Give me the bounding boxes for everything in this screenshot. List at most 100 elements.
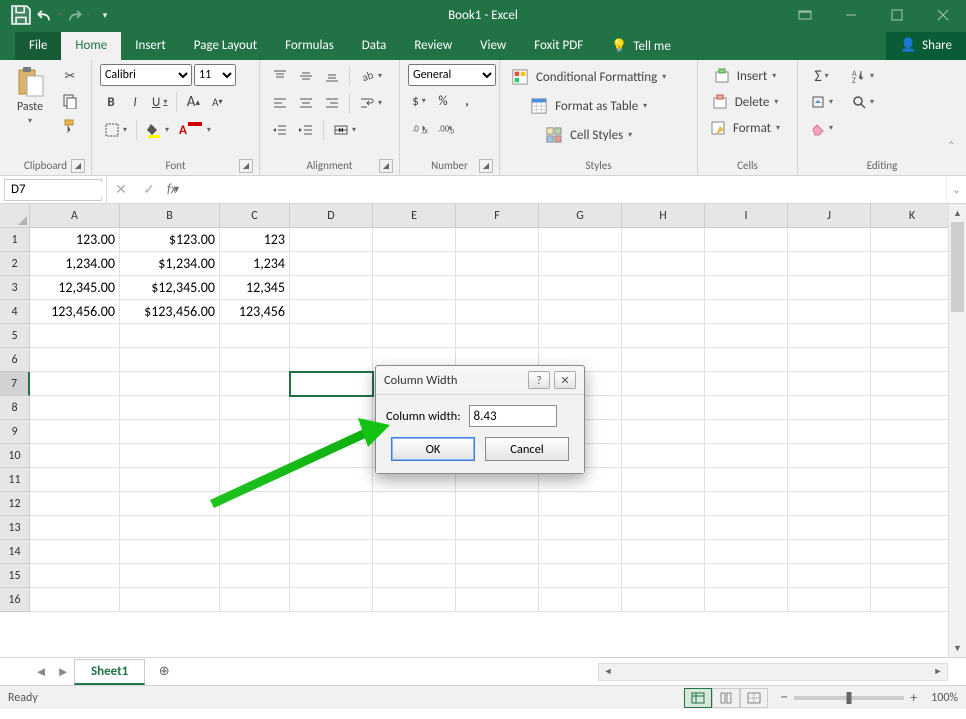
cell-J13[interactable] [788, 516, 871, 540]
font-size-select[interactable]: 11 [194, 64, 236, 86]
cell-I1[interactable] [705, 228, 788, 252]
select-all-corner[interactable] [0, 204, 30, 228]
col-header-J[interactable]: J [788, 204, 871, 228]
fill-button[interactable] [806, 90, 837, 114]
cell-G3[interactable] [539, 276, 622, 300]
cell-D6[interactable] [290, 348, 373, 372]
cell-E1[interactable] [373, 228, 456, 252]
cancel-button[interactable]: Cancel [485, 437, 569, 461]
row-header-5[interactable]: 5 [0, 324, 30, 348]
cell-A10[interactable] [30, 444, 120, 468]
align-left-button[interactable] [268, 91, 292, 115]
cell-H13[interactable] [622, 516, 705, 540]
cell-C7[interactable] [220, 372, 290, 396]
enter-formula-icon[interactable]: ✓ [135, 181, 163, 198]
cell-C14[interactable] [220, 540, 290, 564]
cell-F16[interactable] [456, 588, 539, 612]
cell-B14[interactable] [120, 540, 220, 564]
cell-I5[interactable] [705, 324, 788, 348]
vertical-scrollbar[interactable]: ▲ ▼ [948, 204, 966, 657]
cell-D5[interactable] [290, 324, 373, 348]
cell-C16[interactable] [220, 588, 290, 612]
ribbon-options-icon[interactable] [782, 0, 828, 30]
cell-F15[interactable] [456, 564, 539, 588]
cell-A4[interactable]: 123,456.00 [30, 300, 120, 324]
cell-H7[interactable] [622, 372, 705, 396]
page-break-view-button[interactable] [740, 688, 768, 708]
cell-E5[interactable] [373, 324, 456, 348]
cell-A14[interactable] [30, 540, 120, 564]
cell-K15[interactable] [871, 564, 954, 588]
borders-button[interactable] [100, 118, 131, 142]
cell-I16[interactable] [705, 588, 788, 612]
cell-K9[interactable] [871, 420, 954, 444]
cell-I6[interactable] [705, 348, 788, 372]
col-header-G[interactable]: G [539, 204, 622, 228]
maximize-button[interactable] [874, 0, 920, 30]
cell-D11[interactable] [290, 468, 373, 492]
row-header-9[interactable]: 9 [0, 420, 30, 444]
font-dialog-launcher[interactable]: ◢ [239, 159, 253, 173]
cell-H8[interactable] [622, 396, 705, 420]
cell-A1[interactable]: 123.00 [30, 228, 120, 252]
cell-C1[interactable]: 123 [220, 228, 290, 252]
sort-filter-button[interactable]: AZ [847, 64, 878, 88]
close-button[interactable] [920, 0, 966, 30]
tab-formulas[interactable]: Formulas [271, 32, 348, 60]
shrink-font-button[interactable]: A▾ [206, 90, 228, 114]
cell-C11[interactable] [220, 468, 290, 492]
cell-A13[interactable] [30, 516, 120, 540]
cell-H5[interactable] [622, 324, 705, 348]
cell-H3[interactable] [622, 276, 705, 300]
percent-format-button[interactable]: % [432, 89, 454, 113]
cell-K1[interactable] [871, 228, 954, 252]
cell-K7[interactable] [871, 372, 954, 396]
cell-K11[interactable] [871, 468, 954, 492]
align-bottom-button[interactable] [320, 64, 344, 88]
cell-I12[interactable] [705, 492, 788, 516]
tab-file[interactable]: File [15, 32, 61, 60]
dialog-close-button[interactable]: ✕ [554, 371, 576, 389]
cell-K2[interactable] [871, 252, 954, 276]
cell-B8[interactable] [120, 396, 220, 420]
cell-A11[interactable] [30, 468, 120, 492]
cell-D12[interactable] [290, 492, 373, 516]
cell-G14[interactable] [539, 540, 622, 564]
cell-B4[interactable]: $123,456.00 [120, 300, 220, 324]
cell-I8[interactable] [705, 396, 788, 420]
row-header-13[interactable]: 13 [0, 516, 30, 540]
tell-me[interactable]: 💡Tell me [601, 33, 681, 60]
cell-A15[interactable] [30, 564, 120, 588]
cell-K5[interactable] [871, 324, 954, 348]
cell-D3[interactable] [290, 276, 373, 300]
cell-D10[interactable] [290, 444, 373, 468]
cell-E13[interactable] [373, 516, 456, 540]
cell-J8[interactable] [788, 396, 871, 420]
cell-J14[interactable] [788, 540, 871, 564]
cell-H14[interactable] [622, 540, 705, 564]
cell-F5[interactable] [456, 324, 539, 348]
cell-H4[interactable] [622, 300, 705, 324]
cell-G1[interactable] [539, 228, 622, 252]
col-header-H[interactable]: H [622, 204, 705, 228]
cell-D7[interactable] [290, 372, 373, 396]
cell-B1[interactable]: $123.00 [120, 228, 220, 252]
cell-B2[interactable]: $1,234.00 [120, 252, 220, 276]
align-middle-button[interactable] [294, 64, 318, 88]
ok-button[interactable]: OK [391, 437, 475, 461]
cell-C12[interactable] [220, 492, 290, 516]
cell-D4[interactable] [290, 300, 373, 324]
normal-view-button[interactable] [684, 688, 712, 708]
tab-foxit-pdf[interactable]: Foxit PDF [520, 32, 597, 60]
decrease-indent-button[interactable] [268, 118, 292, 142]
cell-D16[interactable] [290, 588, 373, 612]
fill-color-button[interactable] [142, 118, 173, 142]
cell-B7[interactable] [120, 372, 220, 396]
collapse-ribbon-icon[interactable]: ˄ [945, 134, 958, 155]
formula-input[interactable] [185, 179, 946, 201]
cell-A6[interactable] [30, 348, 120, 372]
cell-H10[interactable] [622, 444, 705, 468]
cell-A12[interactable] [30, 492, 120, 516]
format-cells-button[interactable]: Format [706, 116, 784, 140]
zoom-slider[interactable] [794, 696, 904, 700]
